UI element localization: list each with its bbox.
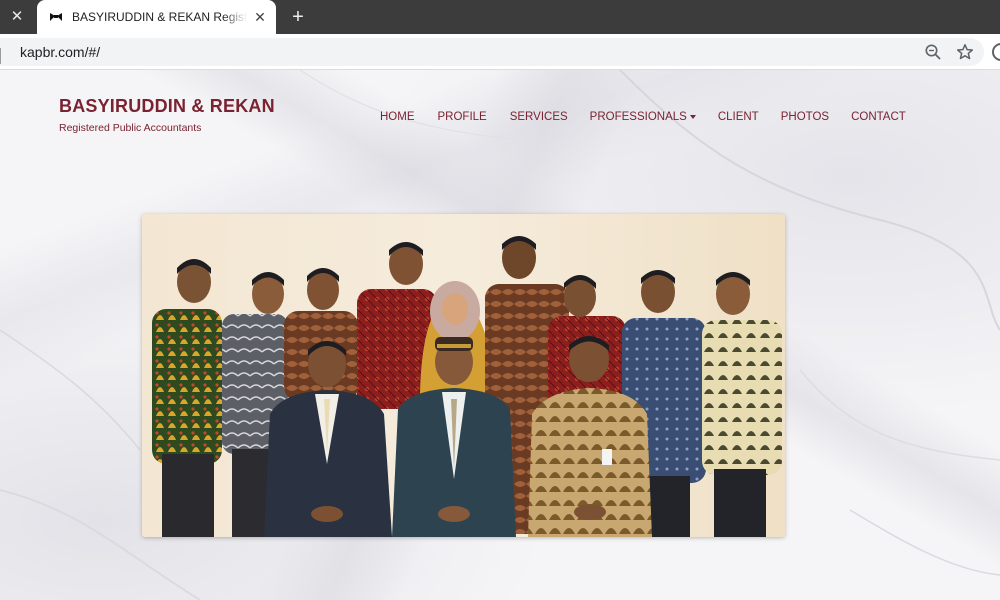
team-photo-illustration <box>142 214 785 537</box>
web-page: BASYIRUDDIN & REKAN Registered Public Ac… <box>0 70 1000 600</box>
nav-professionals-label: PROFESSIONALS <box>589 111 687 123</box>
browser-tabstrip: ✕ BASYIRUDDIN & REKAN Registered Public … <box>0 0 1000 34</box>
browser-toolbar <box>0 34 1000 70</box>
nav-client[interactable]: CLIENT <box>718 111 759 123</box>
nav-client-label: CLIENT <box>717 111 759 123</box>
tab-title: BASYIRUDDIN & REKAN Registered Public Ac… <box>72 0 247 34</box>
plus-icon[interactable]: + <box>288 6 308 28</box>
brand-title[interactable]: BASYIRUDDIN & REKAN <box>59 96 275 117</box>
close-icon[interactable]: ✕ <box>8 8 26 26</box>
nav-home-label: HOME <box>380 111 415 123</box>
team-photo <box>142 214 785 537</box>
url-text[interactable]: kapbr.com/#/ <box>20 34 100 70</box>
nav-services-label: SERVICES <box>509 111 568 123</box>
caret-down-icon <box>689 115 696 119</box>
browser-tab-active[interactable]: BASYIRUDDIN & REKAN Registered Public Ac… <box>37 0 276 34</box>
nav-profile[interactable]: PROFILE <box>438 111 487 123</box>
nav-photos[interactable]: PHOTOS <box>781 111 829 123</box>
omnibox-separator <box>0 48 1 64</box>
main-nav: HOME PROFILE SERVICES PROFESSIONALS CLIE… <box>380 109 906 125</box>
nav-services[interactable]: SERVICES <box>510 111 568 123</box>
nav-contact-label: CONTACT <box>851 111 906 123</box>
nav-photos-label: PHOTOS <box>780 111 830 123</box>
star-icon[interactable] <box>956 43 974 61</box>
nav-contact[interactable]: CONTACT <box>851 111 906 123</box>
nav-professionals[interactable]: PROFESSIONALS <box>590 111 696 123</box>
brand-subtitle: Registered Public Accountants <box>59 122 202 134</box>
nav-profile-label: PROFILE <box>437 111 487 123</box>
address-bar[interactable] <box>0 38 984 66</box>
nav-home[interactable]: HOME <box>380 111 415 123</box>
zoom-icon[interactable] <box>924 43 942 61</box>
close-icon[interactable]: ✕ <box>251 8 269 26</box>
favicon-icon <box>50 13 62 21</box>
